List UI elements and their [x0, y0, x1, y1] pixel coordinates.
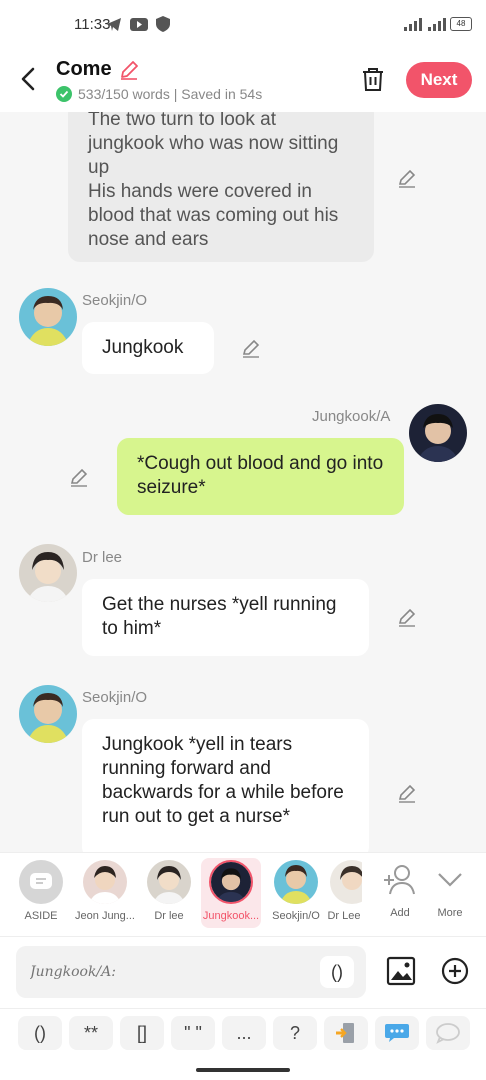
thought-bubble-button[interactable]: [375, 1016, 419, 1050]
trash-icon: [363, 68, 383, 91]
telegram-icon: [106, 17, 122, 37]
shield-icon: [156, 16, 170, 37]
character-name: Jungkook/A: [312, 408, 391, 425]
key-asterisks[interactable]: **: [69, 1016, 113, 1050]
avatar-dr-lee[interactable]: [19, 544, 77, 602]
more-characters-button[interactable]: More: [420, 860, 480, 919]
key-brackets[interactable]: []: [120, 1016, 164, 1050]
image-button[interactable]: [386, 956, 416, 991]
character-aside[interactable]: ASIDE: [11, 860, 71, 922]
signal-icon: [404, 17, 448, 36]
chevron-down-icon: [438, 873, 462, 887]
check-circle-icon: [56, 86, 72, 102]
chevron-left-icon: [21, 67, 35, 91]
character-name: Dr lee: [82, 549, 123, 566]
character-label: Jeon Jung...: [75, 910, 135, 922]
parentheses-button[interactable]: (): [320, 956, 354, 988]
narration-bubble[interactable]: The two turn to look at jungkook who was…: [68, 112, 374, 262]
key-quotes[interactable]: " ": [171, 1016, 215, 1050]
home-indicator: [196, 1068, 290, 1072]
edit-message-icon[interactable]: [68, 466, 90, 488]
story-title[interactable]: Come: [56, 58, 140, 81]
message-bubble[interactable]: Jungkook: [82, 322, 214, 374]
chat-area[interactable]: The two turn to look at jungkook who was…: [0, 112, 486, 852]
message-bubble[interactable]: *Cough out blood and go into seizure*: [117, 438, 404, 515]
avatar: [83, 860, 127, 904]
exit-door-button[interactable]: [324, 1016, 368, 1050]
character-dr-lee-2[interactable]: Dr Lee: [326, 860, 362, 922]
character-jeon-jungkook[interactable]: Jeon Jung...: [75, 860, 135, 922]
chat-bubble-icon: [436, 1023, 460, 1044]
empty-bubble-button[interactable]: [426, 1016, 470, 1050]
edit-pencil-icon[interactable]: [118, 59, 140, 81]
key-question[interactable]: ?: [273, 1016, 317, 1050]
edit-message-icon[interactable]: [240, 337, 262, 359]
message-bubble[interactable]: Get the nurses *yell running to him*: [82, 579, 369, 656]
character-label: Seokjin/O: [272, 910, 320, 922]
character-name: Seokjin/O: [82, 292, 148, 309]
character-label: Dr Lee: [327, 910, 361, 922]
character-label: Dr lee: [154, 910, 184, 922]
character-jungkook-selected[interactable]: Jungkook...: [201, 858, 261, 928]
add-user-icon: [384, 865, 415, 895]
back-button[interactable]: [14, 64, 44, 94]
character-name: Seokjin/O: [82, 689, 148, 706]
plus-circle-icon: [441, 957, 469, 985]
next-button[interactable]: Next: [406, 62, 472, 98]
avatar: [330, 860, 362, 904]
delete-button[interactable]: [360, 66, 386, 92]
message-bubble[interactable]: Jungkook *yell in tears running forward …: [82, 719, 369, 852]
youtube-icon: [130, 18, 148, 36]
avatar-seokjin[interactable]: [19, 288, 77, 346]
character-label: ASIDE: [24, 910, 58, 922]
character-seokjin[interactable]: Seokjin/O: [266, 860, 326, 922]
character-dr-lee[interactable]: Dr lee: [139, 860, 199, 922]
key-parentheses[interactable]: (): [18, 1016, 62, 1050]
image-icon: [386, 956, 416, 986]
avatar: [209, 860, 253, 904]
avatar-jungkook[interactable]: [409, 404, 467, 462]
word-count-text: 533/150 words | Saved in 54s: [78, 86, 263, 102]
aside-icon: [19, 860, 63, 904]
story-title-text: Come: [56, 58, 112, 80]
edit-message-icon[interactable]: [396, 782, 418, 804]
character-label: Jungkook...: [202, 910, 260, 922]
exit-door-icon: [336, 1023, 354, 1043]
avatar-seokjin[interactable]: [19, 685, 77, 743]
word-count-status: 533/150 words | Saved in 54s: [56, 86, 262, 102]
avatar: [274, 860, 318, 904]
edit-message-icon[interactable]: [396, 167, 418, 189]
add-button[interactable]: [440, 956, 470, 991]
more-label: More: [437, 907, 463, 919]
edit-message-icon[interactable]: [396, 606, 418, 628]
key-ellipsis[interactable]: ...: [222, 1016, 266, 1050]
speech-bubble-icon: [385, 1024, 409, 1042]
avatar: [147, 860, 191, 904]
message-input[interactable]: [16, 946, 366, 998]
battery-icon: 48: [450, 17, 472, 31]
status-time: 11:33: [74, 16, 111, 33]
